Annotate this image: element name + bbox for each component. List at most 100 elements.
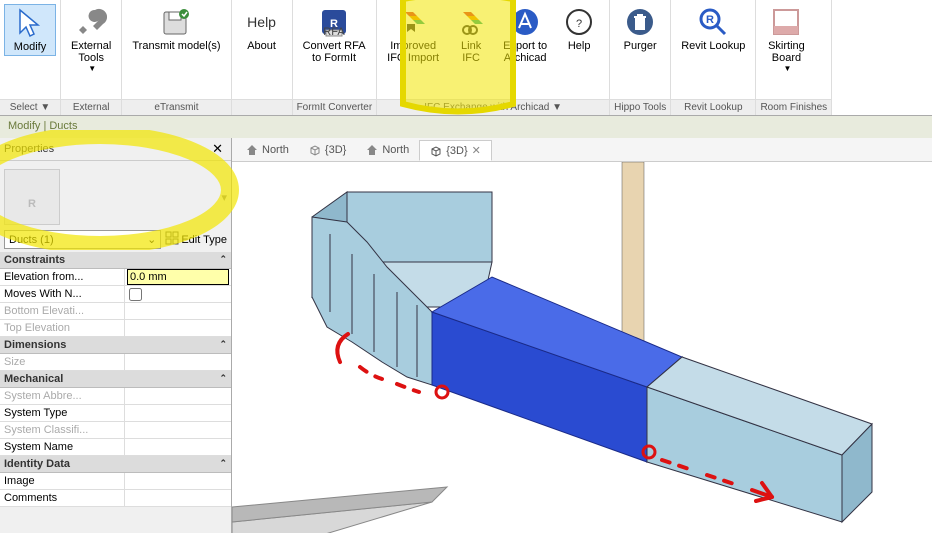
chevron-down-icon: ⌄: [147, 233, 156, 246]
etransmit-panel-label: eTransmit: [122, 99, 230, 115]
formit-panel-label: FormIt Converter: [293, 99, 377, 115]
question-circle-icon: ?: [563, 6, 595, 38]
plan-icon: [366, 144, 378, 156]
convert-rfa-label: Convert RFA to FormIt: [303, 40, 366, 64]
row-bottom-elev: Bottom Elevati...: [0, 303, 231, 320]
svg-text:?: ?: [576, 18, 582, 30]
duct-3d-model: [232, 162, 932, 533]
category-mechanical[interactable]: Mechanical ⌃: [0, 371, 231, 388]
archicad-icon: [509, 6, 541, 38]
external-panel-label: External: [61, 99, 121, 115]
export-archicad-button[interactable]: Export to Archicad: [497, 4, 553, 66]
collapse-icon[interactable]: ⌃: [219, 254, 227, 266]
chevron-down-icon[interactable]: ▾: [221, 191, 227, 204]
transmit-models-button[interactable]: Transmit model(s): [126, 4, 226, 54]
ribbon-toolbar: Modify Select ▼ External Tools ▼ Externa…: [0, 0, 932, 116]
label-sys-abbrev: System Abbre...: [0, 388, 125, 404]
svg-text:R: R: [706, 14, 714, 26]
magnifier-r-icon: R: [697, 6, 729, 38]
about-button[interactable]: Help About: [236, 4, 288, 54]
row-sys-classif: System Classifi...: [0, 422, 231, 439]
category-dimensions[interactable]: Dimensions ⌃: [0, 337, 231, 354]
category-mechanical-label: Mechanical: [4, 373, 63, 385]
category-identity-label: Identity Data: [4, 458, 70, 470]
tab-label: North: [382, 144, 409, 156]
category-identity[interactable]: Identity Data ⌃: [0, 456, 231, 473]
row-elevation-from: Elevation from...: [0, 269, 231, 286]
row-sys-name: System Name: [0, 439, 231, 456]
type-selector-combo[interactable]: Ducts (1) ⌄: [4, 230, 161, 249]
panel-ifc-exchange: Improved IFC Import Link IFC Export to A…: [377, 0, 610, 115]
row-moves-with: Moves With N...: [0, 286, 231, 303]
chevron-down-icon: ▼: [88, 64, 96, 73]
modify-button[interactable]: Modify: [4, 4, 56, 56]
link-ifc-button[interactable]: Link IFC: [445, 4, 497, 66]
type-preview[interactable]: R: [4, 169, 60, 225]
link-ifc-label: Link IFC: [461, 40, 481, 64]
tab-north-2[interactable]: North: [356, 141, 419, 159]
about-label: About: [247, 40, 276, 52]
label-image: Image: [0, 473, 125, 489]
convert-rfa-button[interactable]: RRFA Convert RFA to FormIt: [297, 4, 372, 66]
context-bar-text: Modify | Ducts: [8, 120, 78, 132]
moves-with-checkbox[interactable]: [129, 288, 142, 301]
value-moves-with[interactable]: [125, 286, 231, 302]
svg-text:RFA: RFA: [323, 26, 345, 38]
row-image: Image: [0, 473, 231, 490]
revit-lookup-panel-label: Revit Lookup: [671, 99, 755, 115]
row-size: Size: [0, 354, 231, 371]
panel-formit: RRFA Convert RFA to FormIt FormIt Conver…: [293, 0, 378, 115]
collapse-icon[interactable]: ⌃: [219, 339, 227, 351]
tab-label: {3D}: [446, 145, 467, 157]
ifc-import-icon: [397, 6, 429, 38]
close-icon[interactable]: ✕: [208, 141, 227, 157]
label-elevation-from: Elevation from...: [0, 269, 125, 285]
edit-type-icon: [165, 231, 179, 248]
properties-grid[interactable]: Constraints ⌃ Elevation from... Moves Wi…: [0, 252, 231, 533]
category-constraints[interactable]: Constraints ⌃: [0, 252, 231, 269]
value-image[interactable]: [125, 473, 231, 489]
panel-etransmit: Transmit model(s) eTransmit: [122, 0, 231, 115]
view-canvas-3d[interactable]: [232, 162, 932, 533]
label-comments: Comments: [0, 490, 125, 506]
revit-lookup-label: Revit Lookup: [681, 40, 745, 52]
type-preview-row: R ▾: [0, 161, 231, 227]
properties-panel: Properties ✕ R ▾ Ducts (1) ⌄ Edit Type: [0, 138, 232, 533]
skirting-board-button[interactable]: Skirting Board ▼: [760, 4, 812, 75]
value-sys-abbrev: [125, 388, 231, 404]
external-tools-button[interactable]: External Tools ▼: [65, 4, 117, 75]
help-label: Help: [568, 40, 591, 52]
elevation-from-input[interactable]: [127, 269, 229, 285]
panel-revit-lookup: R Revit Lookup Revit Lookup: [671, 0, 756, 115]
cube-icon: [430, 145, 442, 157]
plan-icon: [246, 144, 258, 156]
collapse-icon[interactable]: ⌃: [219, 458, 227, 470]
row-top-elev: Top Elevation: [0, 320, 231, 337]
improved-ifc-import-button[interactable]: Improved IFC Import: [381, 4, 445, 66]
select-panel-label[interactable]: Select ▼: [0, 99, 60, 115]
edit-type-button[interactable]: Edit Type: [165, 231, 227, 248]
tab-close-icon[interactable]: ✕: [472, 144, 481, 157]
row-sys-abbrev: System Abbre...: [0, 388, 231, 405]
tab-3d-2-active[interactable]: {3D} ✕: [419, 140, 492, 161]
tab-north-1[interactable]: North: [236, 141, 299, 159]
type-selector-value: Ducts (1): [9, 234, 54, 246]
value-size: [125, 354, 231, 370]
collapse-icon[interactable]: ⌃: [219, 373, 227, 385]
value-comments[interactable]: [125, 490, 231, 506]
panel-room-finishes: Skirting Board ▼ Room Finishes: [756, 0, 832, 115]
properties-header: Properties ✕: [0, 138, 231, 161]
ifc-panel-label[interactable]: IFC Exchange with Archicad ▼: [377, 99, 609, 115]
help-icon: Help: [246, 6, 278, 38]
purger-button[interactable]: Purger: [614, 4, 666, 54]
revit-lookup-button[interactable]: R Revit Lookup: [675, 4, 751, 54]
value-elevation-from[interactable]: [125, 269, 231, 285]
value-sys-name[interactable]: [125, 439, 231, 455]
value-top-elev: [125, 320, 231, 336]
category-dimensions-label: Dimensions: [4, 339, 66, 351]
help-button-ifc[interactable]: ? Help: [553, 4, 605, 54]
tab-3d-1[interactable]: {3D}: [299, 141, 356, 159]
cursor-icon: [14, 7, 46, 39]
value-sys-type[interactable]: [125, 405, 231, 421]
transmit-label: Transmit model(s): [132, 40, 220, 52]
